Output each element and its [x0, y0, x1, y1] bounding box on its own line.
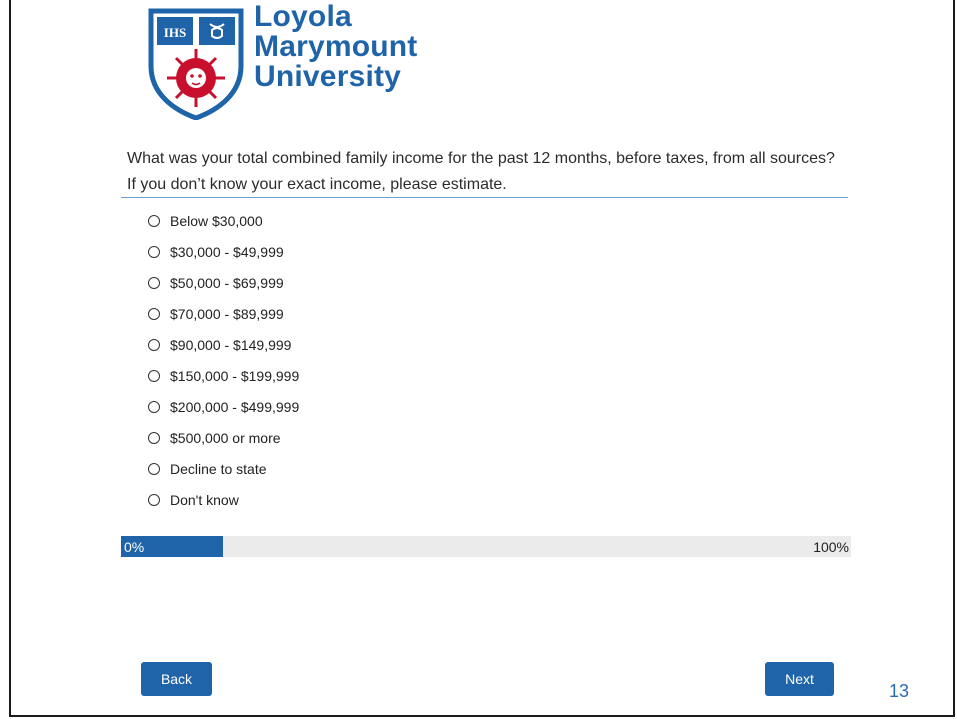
radio-button[interactable] [148, 369, 160, 382]
progress-bar: 0% 100% [121, 536, 851, 557]
option-label: $30,000 - $49,999 [170, 243, 284, 260]
answer-options: Below $30,000 $30,000 - $49,999 $50,000 … [148, 205, 299, 515]
radio-button[interactable] [148, 307, 160, 320]
option-500000-or-more[interactable]: $500,000 or more [148, 422, 299, 453]
radio-button[interactable] [148, 276, 160, 289]
university-name: Loyola Marymount University [254, 2, 417, 92]
progress-start-label: 0% [124, 539, 145, 555]
option-150000-199999[interactable]: $150,000 - $199,999 [148, 360, 299, 391]
logo-line-2: Marymount [254, 30, 418, 63]
radio-button[interactable] [148, 431, 160, 444]
option-label: $90,000 - $149,999 [170, 336, 292, 353]
option-200000-499999[interactable]: $200,000 - $499,999 [148, 391, 299, 422]
option-label: Don't know [170, 491, 239, 508]
option-90000-149999[interactable]: $90,000 - $149,999 [148, 329, 299, 360]
option-label: Below $30,000 [170, 212, 263, 229]
back-button[interactable]: Back [141, 662, 212, 696]
option-label: $150,000 - $199,999 [170, 367, 300, 384]
svg-text:IHS: IHS [164, 25, 186, 40]
radio-button[interactable] [148, 245, 160, 258]
logo-line-3: University [254, 60, 402, 93]
option-label: $50,000 - $69,999 [170, 274, 284, 291]
radio-button[interactable] [148, 214, 160, 227]
progress-end-label: 100% [813, 539, 849, 555]
option-label: Decline to state [170, 460, 267, 477]
slide-number: 13 [889, 681, 910, 701]
logo-line-1: Loyola [254, 0, 352, 33]
option-label: $200,000 - $499,999 [170, 398, 300, 415]
option-decline-to-state[interactable]: Decline to state [148, 453, 299, 484]
option-below-30000[interactable]: Below $30,000 [148, 205, 299, 236]
option-label: $70,000 - $89,999 [170, 305, 284, 322]
radio-button[interactable] [148, 400, 160, 413]
option-70000-89999[interactable]: $70,000 - $89,999 [148, 298, 299, 329]
radio-button[interactable] [148, 493, 160, 506]
radio-button[interactable] [148, 338, 160, 351]
question-divider [121, 197, 848, 198]
option-50000-69999[interactable]: $50,000 - $69,999 [148, 267, 299, 298]
university-logo: IHS Loyola Marymount University [148, 2, 448, 123]
next-button[interactable]: Next [765, 662, 834, 696]
option-30000-49999[interactable]: $30,000 - $49,999 [148, 236, 299, 267]
option-label: $500,000 or more [170, 429, 281, 446]
question-text: What was your total combined family inco… [127, 150, 835, 193]
option-dont-know[interactable]: Don't know [148, 484, 299, 515]
lmu-shield-icon: IHS [148, 8, 244, 120]
radio-button[interactable] [148, 462, 160, 475]
